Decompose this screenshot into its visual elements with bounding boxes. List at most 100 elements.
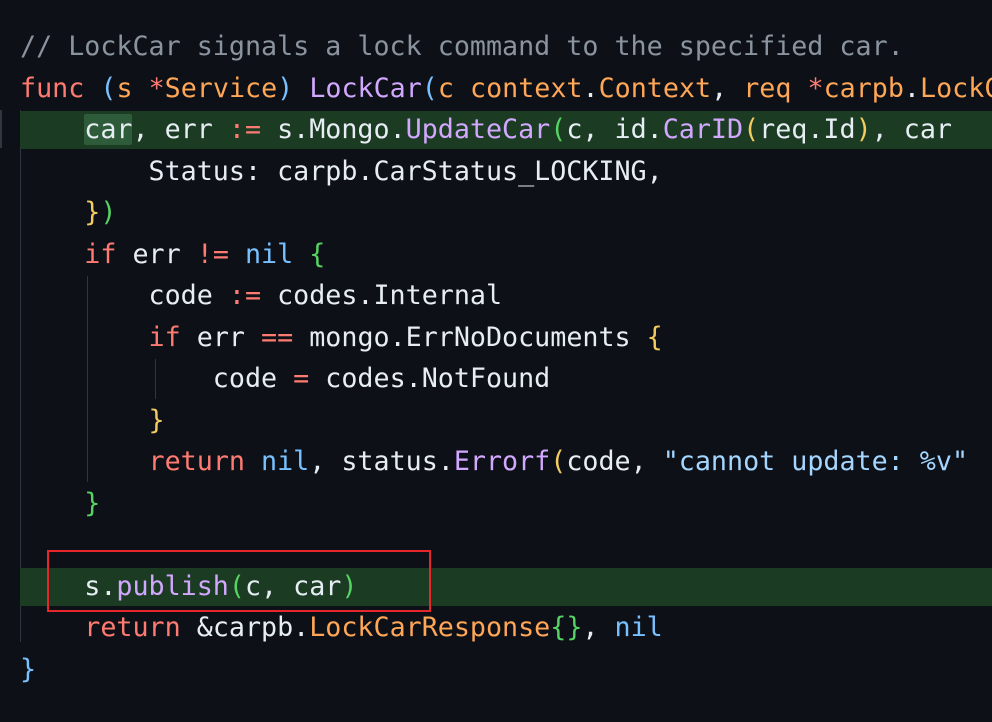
code-token: nil bbox=[244, 238, 294, 270]
code-token: Status: carpb.CarStatus_LOCKING, bbox=[20, 155, 663, 187]
code-token: car bbox=[84, 114, 133, 145]
code-token: nil bbox=[261, 446, 310, 477]
code-token: ( bbox=[550, 446, 567, 477]
code-token: ) bbox=[341, 570, 358, 602]
code-line[interactable]: return nil, status.Errorf(code, "cannot … bbox=[0, 441, 992, 483]
code-text: return nil, status.Errorf(code, "cannot … bbox=[20, 441, 968, 483]
code-token: context bbox=[470, 72, 583, 104]
code-token: return bbox=[84, 612, 181, 643]
code-text: } bbox=[20, 400, 165, 442]
code-token: , bbox=[582, 612, 615, 643]
code-token: codes.Internal bbox=[261, 280, 503, 311]
code-token: publish bbox=[116, 570, 229, 602]
code-token: err bbox=[180, 321, 262, 353]
code-token: ( bbox=[550, 114, 567, 145]
code-token: { bbox=[646, 321, 663, 353]
code-token: { bbox=[309, 238, 326, 270]
code-line[interactable]: if err != nil { bbox=[0, 234, 992, 276]
code-line[interactable] bbox=[0, 524, 992, 566]
code-token: Service bbox=[164, 72, 278, 104]
code-token: &carpb. bbox=[180, 612, 310, 643]
code-text: if err == mongo.ErrNoDocuments { bbox=[20, 317, 663, 359]
code-token: , bbox=[711, 72, 744, 104]
code-text: } bbox=[20, 649, 36, 691]
code-line[interactable]: s.publish(c, car) bbox=[0, 566, 992, 608]
code-token: ) bbox=[277, 72, 294, 104]
code-text: return &carpb.LockCarResponse{}, nil bbox=[20, 607, 663, 649]
code-token: func bbox=[20, 72, 85, 104]
code-token: nil bbox=[614, 612, 663, 643]
code-token: LockCarRequest bbox=[920, 72, 992, 104]
code-token: code bbox=[20, 363, 294, 394]
code-token: c, car bbox=[244, 570, 342, 602]
code-line[interactable]: Status: carpb.CarStatus_LOCKING, bbox=[0, 151, 992, 193]
code-token: c bbox=[437, 72, 454, 104]
code-line[interactable]: car, err := s.Mongo.UpdateCar(c, id.CarI… bbox=[0, 109, 992, 151]
code-token: } bbox=[148, 404, 165, 436]
code-token: s.Mongo. bbox=[261, 114, 406, 145]
code-text: } bbox=[20, 483, 100, 525]
code-text: // LockCar signals a lock command to the… bbox=[20, 26, 904, 68]
code-token: * bbox=[807, 72, 824, 104]
code-token: } bbox=[20, 653, 37, 685]
code-token: * bbox=[148, 72, 165, 104]
code-line[interactable]: if err == mongo.ErrNoDocuments { bbox=[0, 317, 992, 359]
code-token: ) bbox=[855, 114, 872, 145]
code-line[interactable]: return &carpb.LockCarResponse{}, nil bbox=[0, 607, 992, 649]
code-token: , car bbox=[871, 114, 952, 145]
code-token: ) bbox=[100, 197, 117, 228]
code-text: code := codes.Internal bbox=[20, 275, 503, 317]
code-token: req.Id bbox=[759, 114, 856, 145]
code-token: . bbox=[903, 72, 920, 104]
code-token: == bbox=[261, 321, 294, 353]
code-token: if bbox=[148, 321, 181, 353]
code-token: carpb bbox=[823, 72, 904, 104]
code-token: "cannot update: %v" bbox=[662, 446, 969, 477]
code-token: Context bbox=[598, 72, 712, 104]
code-line[interactable]: func (s *Service) LockCar(c context.Cont… bbox=[0, 68, 992, 110]
code-token: return bbox=[148, 446, 245, 477]
code-line[interactable]: }) bbox=[0, 192, 992, 234]
code-token: } bbox=[84, 487, 101, 519]
code-token: ( bbox=[421, 72, 438, 104]
code-line[interactable]: } bbox=[0, 649, 992, 691]
code-token: mongo.ErrNoDocuments bbox=[293, 321, 647, 353]
code-text: s.publish(c, car) bbox=[20, 566, 357, 608]
code-token: s. bbox=[20, 570, 117, 602]
code-line[interactable]: } bbox=[0, 400, 992, 442]
code-token: . bbox=[582, 72, 599, 104]
code-token: ( bbox=[228, 570, 245, 602]
code-token: {} bbox=[550, 612, 583, 643]
code-editor[interactable]: // LockCar signals a lock command to the… bbox=[0, 0, 992, 722]
code-line[interactable]: } bbox=[0, 483, 992, 525]
code-token: req bbox=[743, 72, 792, 104]
code-line[interactable]: code := codes.Internal bbox=[0, 275, 992, 317]
code-token: := bbox=[228, 114, 262, 145]
code-line[interactable]: code = codes.NotFound bbox=[0, 358, 992, 400]
code-token: ( bbox=[743, 114, 760, 145]
code-token: ( bbox=[100, 72, 117, 104]
code-token: code bbox=[20, 280, 229, 311]
code-text: if err != nil { bbox=[20, 234, 325, 276]
code-token: c, id. bbox=[566, 114, 663, 145]
code-token: , err bbox=[132, 114, 229, 145]
code-token: } bbox=[84, 197, 101, 228]
code-token: = bbox=[293, 363, 310, 394]
code-token: err bbox=[116, 238, 197, 270]
code-line[interactable]: // LockCar signals a lock command to the… bbox=[0, 26, 992, 68]
code-token: LockCarResponse bbox=[309, 612, 551, 643]
code-token: CarID bbox=[662, 114, 744, 145]
code-token: := bbox=[228, 280, 262, 311]
